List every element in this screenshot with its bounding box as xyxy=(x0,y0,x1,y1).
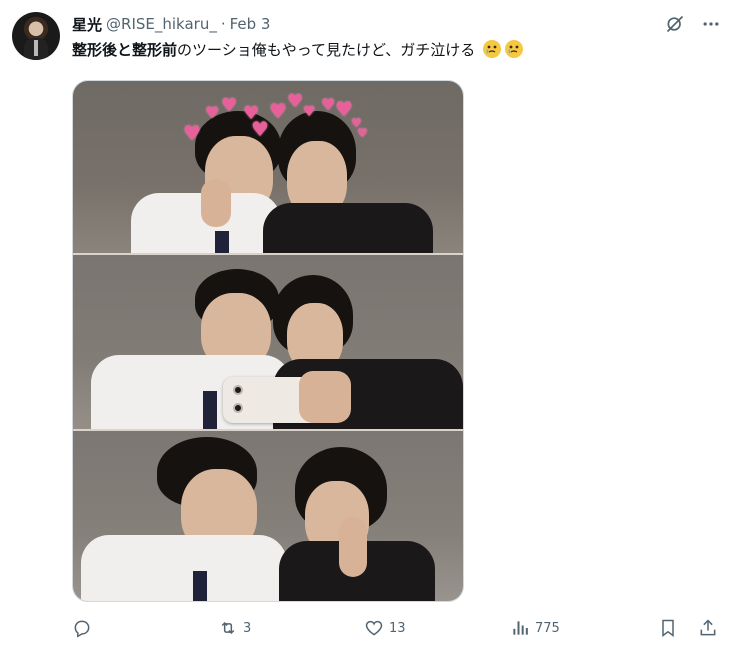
tweet-actions: 3 13 775 xyxy=(72,618,723,642)
heart-icon: ♥ xyxy=(357,126,368,140)
more-icon[interactable] xyxy=(699,12,723,36)
heart-icon: ♥ xyxy=(287,91,304,112)
avatar-tie xyxy=(34,40,38,56)
tweet-photo[interactable]: ♥ ♥ ♥ ♥ ♥ ♥ ♥ ♥ ♥ ♥ ♥ ♥ xyxy=(72,80,464,602)
avatar[interactable] xyxy=(12,12,60,60)
reply-icon xyxy=(74,620,90,638)
tweet[interactable]: 星光 @RISE_hikaru_ · Feb 3 整形後と整形前のツーショ俺もや… xyxy=(0,0,735,646)
retweet-icon xyxy=(221,621,235,635)
tweet-header: 星光 @RISE_hikaru_ · Feb 3 xyxy=(72,13,270,35)
heart-icon: ♥ xyxy=(221,95,238,116)
heart-icon: ♥ xyxy=(205,103,220,122)
photo-panel-2 xyxy=(73,255,463,429)
photo-panel-1: ♥ ♥ ♥ ♥ ♥ ♥ ♥ ♥ ♥ ♥ ♥ ♥ xyxy=(73,81,463,253)
tweet-date[interactable]: Feb 3 xyxy=(230,15,271,33)
reply-button[interactable] xyxy=(72,618,97,638)
person-right-sweater xyxy=(263,203,433,253)
heart-icon: ♥ xyxy=(269,99,287,123)
tweet-text: 整形後と整形前のツーショ俺もやって見たけど、ガチ泣ける xyxy=(72,38,524,62)
heart-icon: ♥ xyxy=(183,121,201,145)
bookmark-button[interactable] xyxy=(658,618,678,638)
person-left-tie xyxy=(203,391,217,429)
share-icon xyxy=(700,619,716,636)
author-handle[interactable]: @RISE_hikaru_ xyxy=(106,15,217,33)
views-chart-icon xyxy=(513,621,528,635)
views-button[interactable]: 775 xyxy=(510,618,560,638)
like-button[interactable]: 13 xyxy=(364,618,406,638)
phone-camera-lens xyxy=(233,385,243,395)
face-holding-back-tears-emoji xyxy=(505,40,524,58)
person-left-hand xyxy=(201,179,231,227)
top-icons xyxy=(663,12,723,36)
person-right-hand xyxy=(299,371,351,423)
like-count: 13 xyxy=(389,620,406,636)
tweet-text-rest: のツーショ俺もやって見たけど、ガチ泣ける xyxy=(177,41,476,59)
heart-icon: ♥ xyxy=(251,117,269,141)
bookmark-icon xyxy=(662,619,674,637)
person-left-shirt xyxy=(81,535,287,601)
tweet-text-bold-2: 整形前 xyxy=(132,41,178,59)
retweet-button[interactable]: 3 xyxy=(218,618,251,638)
heart-icon: ♥ xyxy=(321,95,336,114)
retweet-count: 3 xyxy=(243,620,252,636)
author-name[interactable]: 星光 xyxy=(72,14,102,35)
tweet-text-mid: と xyxy=(117,41,133,59)
person-left-tie xyxy=(215,231,229,253)
photo-panel-3 xyxy=(73,431,463,601)
heart-icon: ♥ xyxy=(303,104,316,120)
grok-icon[interactable] xyxy=(663,12,687,36)
face-holding-back-tears-emoji xyxy=(483,40,502,58)
person-right-hand xyxy=(339,517,367,577)
separator-dot: · xyxy=(220,15,226,33)
share-button[interactable] xyxy=(698,618,718,638)
heart-outline-icon xyxy=(365,620,383,636)
person-left-tie xyxy=(193,571,207,601)
views-count: 775 xyxy=(535,620,560,636)
phone-camera-lens xyxy=(233,403,243,413)
tweet-text-bold-1: 整形後 xyxy=(72,41,118,59)
